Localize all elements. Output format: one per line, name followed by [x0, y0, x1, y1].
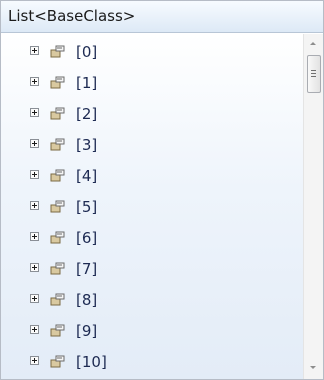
vertical-scrollbar[interactable]: [303, 34, 323, 379]
plus-box-icon[interactable]: [30, 201, 39, 210]
property-icon: [50, 43, 65, 58]
grip-line: [311, 73, 316, 74]
list-item[interactable]: [8]: [1, 284, 303, 316]
plus-box-icon[interactable]: [30, 46, 39, 55]
item-label: [0]: [76, 43, 98, 61]
grip-line: [311, 70, 316, 71]
plus-box-icon[interactable]: [30, 77, 39, 86]
item-label: [4]: [76, 167, 98, 185]
list-item[interactable]: [10]: [1, 346, 303, 378]
plus-box-icon[interactable]: [30, 356, 39, 365]
property-icon: [50, 105, 65, 120]
list-item[interactable]: [4]: [1, 160, 303, 192]
plus-box-icon[interactable]: [30, 170, 39, 179]
arrow-up-icon: [310, 42, 316, 45]
tree-list: [0] [1] [2] [3] [4] [5] [6] [7] [8] [9] …: [1, 34, 303, 379]
plus-box-icon[interactable]: [30, 294, 39, 303]
property-icon: [50, 229, 65, 244]
scroll-down-button[interactable]: [304, 359, 323, 377]
property-icon: [50, 260, 65, 275]
property-icon: [50, 291, 65, 306]
property-icon: [50, 74, 65, 89]
item-label: [2]: [76, 105, 98, 123]
scrollbar-thumb[interactable]: [307, 55, 321, 93]
item-label: [7]: [76, 260, 98, 278]
list-item[interactable]: [1]: [1, 67, 303, 99]
list-item[interactable]: [7]: [1, 253, 303, 285]
list-item[interactable]: [2]: [1, 98, 303, 130]
item-label: [5]: [76, 198, 98, 216]
list-item[interactable]: [3]: [1, 129, 303, 161]
property-icon: [50, 322, 65, 337]
item-label: [1]: [76, 74, 98, 92]
item-label: [8]: [76, 291, 98, 309]
item-label: [9]: [76, 322, 98, 340]
list-item[interactable]: [9]: [1, 315, 303, 347]
property-icon: [50, 353, 65, 368]
item-label: [10]: [76, 353, 107, 371]
item-label: [6]: [76, 229, 98, 247]
plus-box-icon[interactable]: [30, 232, 39, 241]
plus-box-icon[interactable]: [30, 263, 39, 272]
plus-box-icon[interactable]: [30, 139, 39, 148]
list-item[interactable]: [6]: [1, 222, 303, 254]
panel-header: List<BaseClass>: [1, 1, 323, 33]
property-icon: [50, 198, 65, 213]
arrow-down-icon: [310, 366, 316, 369]
list-item[interactable]: [0]: [1, 36, 303, 68]
grip-line: [311, 76, 316, 77]
property-icon: [50, 167, 65, 182]
list-watch-panel: List<BaseClass> [0] [1] [2] [3] [4] [5] …: [0, 0, 324, 380]
plus-box-icon[interactable]: [30, 325, 39, 334]
scroll-up-button[interactable]: [304, 36, 323, 54]
panel-title: List<BaseClass>: [8, 7, 136, 25]
item-label: [3]: [76, 136, 98, 154]
plus-box-icon[interactable]: [30, 108, 39, 117]
property-icon: [50, 136, 65, 151]
list-item[interactable]: [5]: [1, 191, 303, 223]
